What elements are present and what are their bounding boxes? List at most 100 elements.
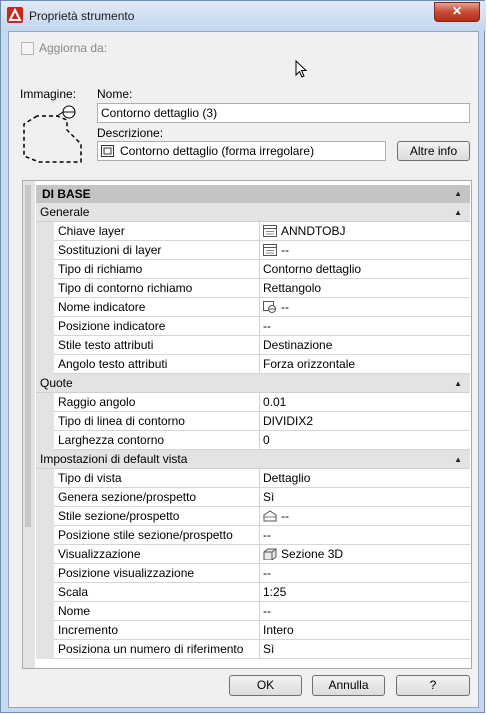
property-value[interactable]: 0 <box>263 433 270 447</box>
more-info-button[interactable]: Altre info <box>397 141 470 161</box>
property-value-text: -- <box>263 566 271 580</box>
category-quote[interactable]: Quote ▲ <box>36 374 470 393</box>
column-separator <box>259 355 260 374</box>
row-gutter <box>36 621 54 640</box>
property-row[interactable]: Posizione indicatore -- <box>36 317 470 336</box>
property-value-text: Sì <box>263 642 275 656</box>
property-key: Nome <box>58 604 91 618</box>
row-gutter <box>36 469 54 488</box>
close-button[interactable]: ✕ <box>434 2 480 22</box>
row-gutter <box>36 564 54 583</box>
property-row[interactable]: Stile sezione/prospetto -- <box>36 507 470 526</box>
property-value[interactable]: Rettangolo <box>263 281 321 295</box>
tool-properties-dialog: Proprietà strumento ✕ Aggiorna da: Immag… <box>0 0 486 713</box>
property-value[interactable]: ANNDTOBJ <box>263 224 345 238</box>
row-gutter <box>36 317 54 336</box>
property-row[interactable]: Raggio angolo 0.01 <box>36 393 470 412</box>
detail-boundary-icon[interactable] <box>21 104 85 166</box>
property-value[interactable]: -- <box>263 528 271 542</box>
column-separator <box>259 431 260 450</box>
property-row[interactable]: Scala 1:25 <box>36 583 470 602</box>
property-value[interactable]: Intero <box>263 623 294 637</box>
category-generale[interactable]: Generale ▲ <box>36 203 470 222</box>
property-row[interactable]: Angolo testo attributi Forza orizzontale <box>36 355 470 374</box>
property-row[interactable]: Posizione stile sezione/prospetto -- <box>36 526 470 545</box>
property-value[interactable]: -- <box>263 604 271 618</box>
property-row[interactable]: Nome -- <box>36 602 470 621</box>
property-value[interactable]: Sì <box>263 490 274 504</box>
property-value-text: 0 <box>263 433 270 447</box>
property-key: Stile sezione/prospetto <box>58 509 180 523</box>
column-separator <box>259 640 260 659</box>
layer-overrides-icon <box>263 243 281 257</box>
property-row[interactable]: Stile testo attributi Destinazione <box>36 336 470 355</box>
property-key: Chiave layer <box>58 224 125 238</box>
property-value[interactable]: Sì <box>263 642 274 656</box>
property-row[interactable]: Tipo di contorno richiamo Rettangolo <box>36 279 470 298</box>
property-value-text: DIVIDIX2 <box>263 414 314 428</box>
category-impostazioni-di-default-vista[interactable]: Impostazioni di default vista ▲ <box>36 450 470 469</box>
property-value[interactable]: Dettaglio <box>263 471 310 485</box>
property-value[interactable]: -- <box>263 243 289 257</box>
property-value[interactable]: Forza orizzontale <box>263 357 355 371</box>
property-value-text: 0.01 <box>263 395 287 409</box>
property-value[interactable]: Destinazione <box>263 338 332 352</box>
name-field[interactable]: Contorno dettaglio (3) <box>97 103 470 123</box>
property-row[interactable]: Larghezza contorno 0 <box>36 431 470 450</box>
property-value-text: Dettaglio <box>263 471 311 485</box>
property-row[interactable]: Tipo di linea di contorno DIVIDIX2 <box>36 412 470 431</box>
property-row[interactable]: Visualizzazione Sezione 3D <box>36 545 470 564</box>
property-value[interactable]: DIVIDIX2 <box>263 414 313 428</box>
property-row[interactable]: Tipo di vista Dettaglio <box>36 469 470 488</box>
update-from-checkbox[interactable] <box>21 42 34 55</box>
properties-grid: DI BASE ▲ Generale ▲ Chiave layer ANNDTOBJ S… <box>22 180 472 669</box>
scrollbar-thumb[interactable] <box>25 185 31 527</box>
property-row[interactable]: Sostituzioni di layer -- <box>36 241 470 260</box>
property-row[interactable]: Incremento Intero <box>36 621 470 640</box>
image-label: Immagine: <box>20 87 77 101</box>
property-value-text: Rettangolo <box>263 281 322 295</box>
section-style-icon <box>263 509 281 523</box>
property-row[interactable]: Chiave layer ANNDTOBJ <box>36 222 470 241</box>
property-value[interactable]: -- <box>263 300 289 314</box>
property-value-text: -- <box>263 604 271 618</box>
collapse-arrow-icon[interactable]: ▲ <box>454 203 462 222</box>
property-value[interactable]: Sezione 3D <box>263 547 343 561</box>
cancel-button[interactable]: Annulla <box>312 675 385 696</box>
property-key: Posizione indicatore <box>58 319 166 333</box>
property-key: Tipo di linea di contorno <box>58 414 185 428</box>
row-gutter <box>36 412 54 431</box>
property-key: Tipo di contorno richiamo <box>58 281 193 295</box>
property-row[interactable]: Nome indicatore -- <box>36 298 470 317</box>
property-key: Scala <box>58 585 89 599</box>
grid-scrollbar[interactable] <box>23 181 35 668</box>
property-value[interactable]: 0.01 <box>263 395 286 409</box>
property-value[interactable]: -- <box>263 509 289 523</box>
property-value[interactable]: -- <box>263 319 271 333</box>
property-value[interactable]: 1:25 <box>263 585 286 599</box>
property-row[interactable]: Posiziona un numero di riferimento Sì <box>36 640 470 659</box>
collapse-arrow-icon[interactable]: ▲ <box>454 374 462 393</box>
title-bar[interactable]: Proprietà strumento ✕ <box>1 1 486 31</box>
description-label: Descrizione: <box>97 126 164 140</box>
column-separator <box>259 526 260 545</box>
property-row[interactable]: Genera sezione/prospetto Sì <box>36 488 470 507</box>
row-gutter <box>36 241 54 260</box>
category-di-base[interactable]: DI BASE ▲ <box>36 185 470 203</box>
property-value-text: Sezione 3D <box>281 547 344 561</box>
row-gutter <box>36 640 54 659</box>
property-row[interactable]: Posizione visualizzazione -- <box>36 564 470 583</box>
row-gutter <box>36 526 54 545</box>
collapse-arrow-icon[interactable]: ▲ <box>454 185 462 203</box>
column-separator <box>259 260 260 279</box>
description-field[interactable]: Contorno dettaglio (forma irregolare) <box>97 141 386 161</box>
row-gutter <box>36 583 54 602</box>
ok-button[interactable]: OK <box>229 675 302 696</box>
row-gutter <box>36 507 54 526</box>
help-button[interactable]: ? <box>396 675 470 696</box>
property-value[interactable]: -- <box>263 566 271 580</box>
property-row[interactable]: Tipo di richiamo Contorno dettaglio <box>36 260 470 279</box>
property-value[interactable]: Contorno dettaglio <box>263 262 361 276</box>
collapse-arrow-icon[interactable]: ▲ <box>454 450 462 469</box>
category-title: Quote <box>40 376 73 390</box>
